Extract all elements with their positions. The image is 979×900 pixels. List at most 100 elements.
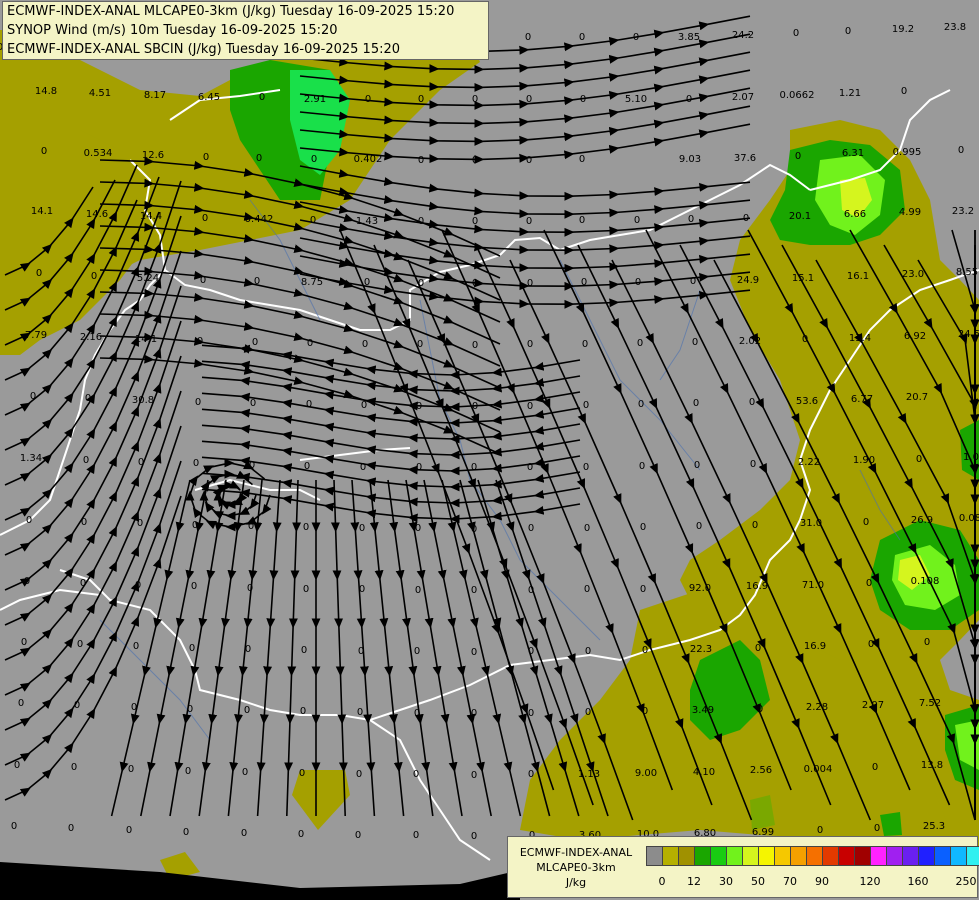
colorbar-title-line1: ECMWF-INDEX-ANAL (519, 846, 633, 859)
cin-value: 0 (203, 152, 209, 163)
cin-value: 0 (91, 271, 97, 282)
colorbar-swatch (678, 846, 695, 866)
cin-value: 0 (242, 767, 248, 778)
cin-value: 0 (303, 522, 309, 533)
cin-value: 0 (863, 517, 869, 528)
cin-value: 0 (21, 637, 27, 648)
cin-value: 2.16 (80, 332, 102, 343)
cin-value: 0 (752, 520, 758, 531)
cin-value: 53.6 (796, 396, 818, 407)
cin-value: 0 (916, 454, 922, 465)
cin-value: 0 (183, 827, 189, 838)
cin-value: 1.34 (20, 453, 42, 464)
cin-value: 0 (527, 401, 533, 412)
cin-value: 0 (252, 337, 258, 348)
cin-value: 22.3 (690, 644, 712, 655)
cin-value: 0 (585, 707, 591, 718)
colorbar-swatch (758, 846, 775, 866)
colorbar-swatch (950, 846, 967, 866)
cin-value: 0 (582, 339, 588, 350)
cin-value: 0 (137, 518, 143, 529)
colorbar-title: ECMWF-INDEX-ANAL MLCAPE0-3km J/kg (512, 845, 640, 890)
legend-line-wind: SYNOP Wind (m/s) 10m Tuesday 16-09-2025 … (7, 23, 338, 38)
cin-value: 14.4 (140, 211, 162, 222)
cin-value: 0 (256, 153, 262, 164)
cin-value: 0 (126, 825, 132, 836)
cin-value: 0 (197, 336, 203, 347)
weather-map: 0 14.8 4.51 8.17 6.45 0 2.91 0 0 0 0 0 5.10 0 2.07 0.06… (0, 0, 979, 900)
cin-value: 0 (68, 823, 74, 834)
cin-value: 0 (579, 154, 585, 165)
cin-value: 0 (356, 769, 362, 780)
colorbar: ECMWF-INDEX-ANAL MLCAPE0-3km J/kg 0 12 30 5… (507, 836, 979, 898)
cin-value: 20.7 (906, 392, 928, 403)
cin-value: 0 (362, 339, 368, 350)
cin-value: 71.0 (802, 580, 824, 591)
map-outside-area (0, 862, 520, 900)
cin-value: 0 (692, 337, 698, 348)
cin-value: 0 (749, 397, 755, 408)
colorbar-swatches (646, 846, 979, 866)
cin-value: 0 (138, 457, 144, 468)
cin-value: 7.52 (919, 698, 941, 709)
cin-value: 9.00 (635, 768, 657, 779)
cin-value: 7.79 (25, 330, 47, 341)
cin-value: 0 (525, 32, 531, 43)
cin-value: 0 (361, 400, 367, 411)
cin-value: 0 (200, 275, 206, 286)
cin-value: 0 (637, 338, 643, 349)
cin-value: 24.5 (958, 329, 979, 340)
cin-value: 8.75 (301, 277, 323, 288)
cin-value: 0 (793, 28, 799, 39)
cin-value: 14.1 (31, 206, 53, 217)
cin-value: 0 (872, 762, 878, 773)
cin-value: 0 (472, 340, 478, 351)
cin-value: 0 (640, 584, 646, 595)
cin-value: 0 (128, 764, 134, 775)
cin-value: 14.6 (86, 209, 108, 220)
cin-value: 0 (472, 155, 478, 166)
cin-value: 19.2 (892, 24, 914, 35)
cin-value: 0 (83, 455, 89, 466)
cin-value: 0 (192, 520, 198, 531)
colorbar-tick-label: 120 (859, 875, 881, 888)
colorbar-tick-label: 0 (658, 875, 666, 888)
cin-value: 9.03 (679, 154, 701, 165)
cin-value: 0 (471, 770, 477, 781)
cin-value: 0 (36, 268, 42, 279)
cin-value: 0 (245, 644, 251, 655)
colorbar-tick-label: 30 (719, 875, 733, 888)
cin-value: 0 (743, 213, 749, 224)
colorbar-swatch (886, 846, 903, 866)
cin-value: 0 (583, 400, 589, 411)
cin-value: 0 (528, 646, 534, 657)
colorbar-swatch (662, 846, 679, 866)
colorbar-swatch (918, 846, 935, 866)
cin-value: 0 (688, 214, 694, 225)
cin-value: 0 (471, 524, 477, 535)
cin-value: 0 (633, 32, 639, 43)
legend-title-box: ECMWF-INDEX-ANAL MLCAPE0-3km (J/kg) Tues… (2, 1, 489, 60)
cin-value: 15.1 (792, 273, 814, 284)
streamline (212, 480, 248, 510)
cin-value: 0 (817, 825, 823, 836)
cin-value: 13.4 (849, 333, 871, 344)
cin-value: 0 (528, 523, 534, 534)
colorbar-swatch (694, 846, 711, 866)
cin-value: 4.51 (89, 88, 111, 99)
cin-value: 0 (14, 760, 20, 771)
cin-value: 0 (365, 94, 371, 105)
cin-value: 0 (690, 276, 696, 287)
cin-value: 23.2 (952, 206, 974, 217)
cin-value: 0.995 (893, 147, 922, 158)
cin-value: 24.9 (737, 275, 759, 286)
cin-value: 0 (528, 585, 534, 596)
colorbar-tick-label: 90 (815, 875, 829, 888)
cin-value: 3.85 (678, 32, 700, 43)
cin-value: 0 (244, 705, 250, 716)
cin-value: 2.07 (862, 700, 884, 711)
cin-value: 5.10 (625, 94, 647, 105)
streamline (387, 479, 434, 817)
cin-value: 20.1 (789, 211, 811, 222)
cin-value: 0 (415, 523, 421, 534)
